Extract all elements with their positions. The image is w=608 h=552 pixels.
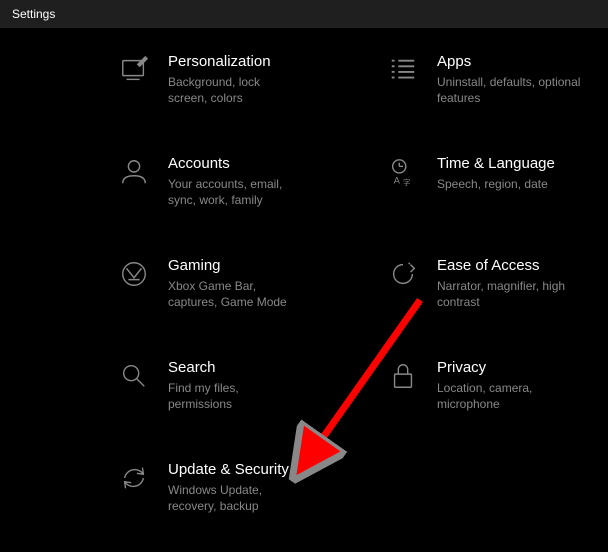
tile-sub: Uninstall, defaults, optional features [437, 74, 597, 106]
tile-privacy[interactable]: Privacy Location, camera, microphone [305, 358, 600, 412]
tile-search[interactable]: Search Find my files, permissions [0, 358, 295, 412]
tile-sub: Speech, region, date [437, 176, 555, 192]
titlebar: Settings [0, 0, 608, 28]
tile-title: Apps [437, 52, 597, 72]
tile-sub: Windows Update, recovery, backup [168, 482, 295, 514]
tile-sub: Background, lock screen, colors [168, 74, 295, 106]
tile-gaming[interactable]: Gaming Xbox Game Bar, captures, Game Mod… [0, 256, 295, 310]
svg-text:A: A [394, 175, 401, 185]
tile-apps[interactable]: Apps Uninstall, defaults, optional featu… [305, 52, 600, 106]
tile-sub: Narrator, magnifier, high contrast [437, 278, 597, 310]
tile-title: Time & Language [437, 154, 555, 174]
apps-icon [387, 54, 419, 86]
tile-personalization[interactable]: Personalization Background, lock screen,… [0, 52, 295, 106]
tile-title: Search [168, 358, 295, 378]
update-security-icon [118, 462, 150, 494]
search-icon [118, 360, 150, 392]
settings-grid: Personalization Background, lock screen,… [0, 52, 608, 514]
privacy-icon [387, 360, 419, 392]
window-title: Settings [12, 7, 55, 21]
svg-text:字: 字 [403, 177, 411, 187]
personalization-icon [118, 54, 150, 86]
tile-ease-of-access[interactable]: Ease of Access Narrator, magnifier, high… [305, 256, 600, 310]
time-language-icon: A 字 [387, 156, 419, 188]
settings-content: Personalization Background, lock screen,… [0, 28, 608, 514]
tile-title: Ease of Access [437, 256, 597, 276]
tile-title: Personalization [168, 52, 295, 72]
ease-of-access-icon [387, 258, 419, 290]
tile-sub: Find my files, permissions [168, 380, 295, 412]
gaming-icon [118, 258, 150, 290]
tile-accounts[interactable]: Accounts Your accounts, email, sync, wor… [0, 154, 295, 208]
accounts-icon [118, 156, 150, 188]
tile-update-security[interactable]: Update & Security Windows Update, recove… [0, 460, 295, 514]
tile-title: Update & Security [168, 460, 295, 480]
tile-title: Privacy [437, 358, 597, 378]
tile-time-language[interactable]: A 字 Time & Language Speech, region, date [305, 154, 600, 208]
tile-sub: Your accounts, email, sync, work, family [168, 176, 295, 208]
tile-sub: Xbox Game Bar, captures, Game Mode [168, 278, 295, 310]
tile-title: Accounts [168, 154, 295, 174]
tile-title: Gaming [168, 256, 295, 276]
tile-sub: Location, camera, microphone [437, 380, 597, 412]
